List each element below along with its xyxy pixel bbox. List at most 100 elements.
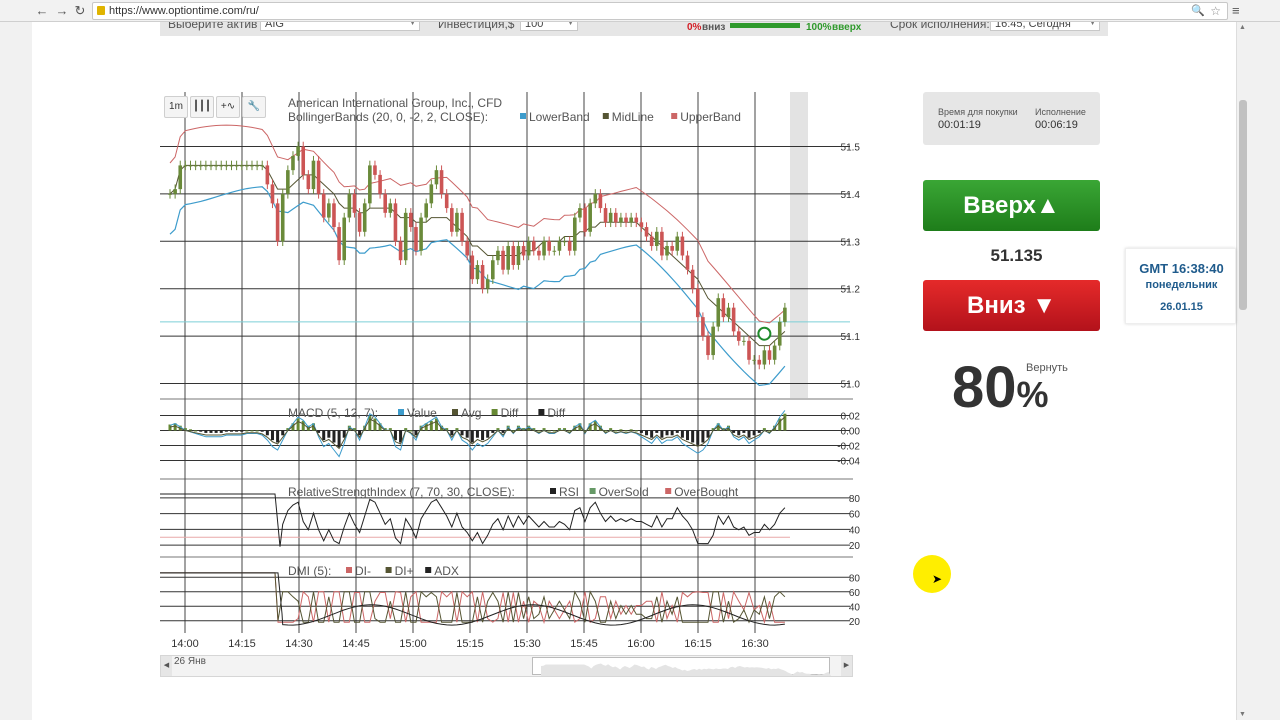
asset-select[interactable]: AIG ▼ [260, 22, 420, 31]
macd-indicator-label: MACD (5, 12, 7): [288, 406, 378, 420]
macd-tick-label: -0.04 [837, 457, 860, 468]
candle-body [332, 203, 336, 228]
investment-select[interactable]: 100 ▼ [520, 22, 578, 31]
chart-navigator[interactable]: ◀ 26 Янв ▶ [160, 655, 853, 677]
candle-body [270, 184, 275, 204]
macd-histogram-bar [481, 430, 485, 441]
macd-histogram-bar [434, 418, 438, 431]
candle-body [337, 227, 341, 261]
candle-body [393, 203, 398, 242]
wrench-icon: 🔧 [247, 101, 261, 112]
legend-swatch [425, 567, 432, 573]
address-bar[interactable]: https://www.optiontime.com/ru/ 🔍 ☆ [92, 2, 1228, 20]
chevron-down-icon: ▼ [1089, 22, 1096, 27]
scroll-up-icon[interactable]: ▲ [1239, 24, 1246, 31]
candle-body [403, 212, 408, 261]
candle-body [219, 165, 224, 167]
macd-histogram-bar [224, 430, 228, 432]
expiry-select[interactable]: 16:45, Сегодня ▼ [990, 22, 1100, 31]
settings-button[interactable]: 🔧 [242, 96, 266, 118]
candle-body [434, 170, 439, 185]
candle-body [388, 203, 393, 213]
macd-histogram-bar [501, 430, 505, 433]
bookmark-star-icon[interactable]: ☆ [1210, 3, 1221, 19]
macd-histogram-bar [629, 429, 633, 431]
navigator-area [541, 663, 831, 676]
candle-body [398, 241, 403, 261]
browser-toolbar: ← → ↻ https://www.optiontime.com/ru/ 🔍 ☆… [0, 0, 1280, 22]
gmt-clock: GMT 16:38:40 понедельник 26.01.15 [1125, 248, 1236, 324]
candle-body [301, 146, 306, 175]
call-up-button[interactable]: Вверх▲ [923, 180, 1100, 231]
timeframe-button[interactable]: 1m [164, 96, 188, 118]
macd-histogram-bar [491, 430, 495, 433]
candle-body [424, 203, 428, 218]
candle-body [475, 264, 480, 280]
candle-body [239, 165, 244, 167]
page-scrollbar[interactable]: ▲ ▼ [1236, 22, 1248, 720]
candle-body [783, 307, 787, 322]
up-percent: 100% [806, 22, 832, 33]
legend-label: OverBought [674, 485, 739, 499]
candle-body [706, 336, 710, 356]
macd-histogram-bar [281, 430, 285, 436]
scroll-down-icon[interactable]: ▼ [1239, 711, 1246, 718]
candle-body [552, 250, 557, 252]
navigator-mini-chart [541, 663, 831, 676]
legend-label: Value [407, 406, 437, 420]
legend-swatch [398, 409, 404, 415]
macd-histogram-bar [265, 430, 269, 436]
macd-histogram-bar [229, 430, 233, 432]
payout-percent: 80% [952, 354, 1049, 421]
back-icon[interactable]: ← [34, 3, 50, 19]
macd-histogram-bar [373, 418, 377, 431]
add-indicator-button[interactable]: +∿ [216, 96, 240, 118]
macd-histogram-bar [475, 430, 479, 438]
navigator-right-arrow-icon[interactable]: ▶ [841, 656, 852, 676]
x-tick-label: 16:00 [627, 638, 655, 650]
macd-histogram-bar [691, 430, 695, 443]
macd-histogram-bar [194, 430, 198, 432]
candle-body [711, 326, 715, 356]
macd-histogram-bar [645, 430, 649, 436]
macd-histogram-bar [732, 430, 736, 433]
expiry-label: Срок исполнения: [890, 22, 990, 31]
macd-histogram-bar [737, 430, 741, 436]
macd-histogram-bar [270, 430, 274, 441]
candle-body [465, 241, 469, 256]
price-chart[interactable]: 14:00 14:15 14:30 14:45 15:00 15:15 15:30 15:45… [160, 88, 860, 653]
browser-menu-icon[interactable]: ≡ [1232, 3, 1240, 18]
candle-body [578, 208, 582, 218]
dmi-tick-label: 60 [849, 588, 860, 599]
candle-body [234, 165, 239, 167]
macd-tick-label: 0.00 [841, 427, 860, 438]
scroll-thumb[interactable] [1239, 100, 1247, 310]
candle-body [588, 203, 592, 232]
navigator-left-arrow-icon[interactable]: ◀ [161, 656, 172, 676]
expiry-select-value: 16:45, Сегодня [995, 22, 1071, 30]
candle-body [521, 246, 526, 256]
macd-histogram-bar [747, 430, 751, 438]
candle-body [757, 359, 762, 365]
candle-body [639, 222, 644, 228]
macd-histogram-bar [665, 430, 669, 436]
candle-body [572, 217, 577, 251]
candle-body [526, 241, 531, 256]
timer-box: Время для покупки 00:01:19 Исполнение 00… [923, 92, 1100, 145]
rsi-line [160, 493, 786, 547]
candle-body [731, 307, 736, 332]
forward-icon[interactable]: → [54, 3, 70, 19]
macd-histogram-bar [255, 430, 259, 432]
macd-histogram-bar [757, 430, 761, 433]
timeframe-label: 1m [169, 101, 183, 112]
macd-histogram-bar [486, 430, 490, 438]
candle-body [255, 165, 259, 167]
legend-swatch [452, 409, 458, 415]
chart-title: American International Group, Inc., CFD [288, 96, 502, 110]
zoom-icon[interactable]: 🔍 [1191, 3, 1205, 19]
put-down-button[interactable]: Вниз ▼ [923, 280, 1100, 331]
candle-body [419, 217, 423, 251]
candle-body [327, 203, 331, 218]
chart-type-button[interactable]: ┃┃┃ [190, 96, 214, 118]
reload-icon[interactable]: ↻ [72, 3, 88, 19]
